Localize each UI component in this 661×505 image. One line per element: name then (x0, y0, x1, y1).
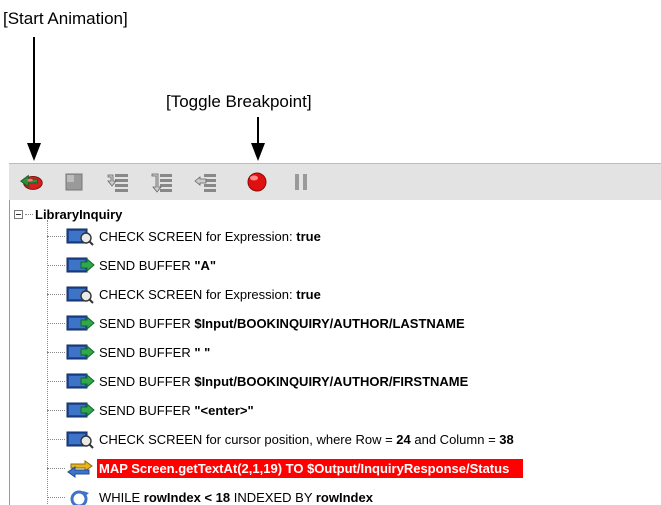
tree-row[interactable]: MAP Screen.getTextAt(2,1,19) TO $Output/… (47, 457, 524, 479)
tree-row-value: rowIndex (315, 489, 373, 505)
check-screen-icon (65, 429, 95, 449)
tree-row-label: CHECK SCREEN for cursor position, where … (97, 431, 516, 448)
step-over-button[interactable] (149, 170, 175, 194)
tree-row-label: CHECK SCREEN for Expression: true (97, 228, 323, 245)
tree-row-label: WHILE rowIndex < 18 INDEXED BY rowIndex (97, 489, 375, 505)
tree-connector (47, 409, 65, 411)
tree-row[interactable]: SEND BUFFER $Input/BOOKINQUIRY/AUTHOR/LA… (47, 312, 467, 334)
tree-row-text: SEND BUFFER (99, 373, 195, 389)
tree-row-text: CHECK SCREEN for Expression: (99, 286, 297, 302)
tree-row[interactable]: SEND BUFFER "A" (47, 254, 218, 276)
tree-row-label: SEND BUFFER "A" (97, 257, 218, 274)
tree-connector (47, 467, 65, 469)
tree-connector (47, 293, 65, 295)
toggle-breakpoint-arrow-head (251, 143, 265, 161)
while-loop-icon (65, 487, 95, 505)
tree-row-label: SEND BUFFER "<enter>" (97, 402, 256, 419)
map-icon (65, 458, 95, 478)
tree-row-value: 38 (499, 431, 514, 447)
tree-row[interactable]: SEND BUFFER $Input/BOOKINQUIRY/AUTHOR/FI… (47, 370, 470, 392)
start-animation-arrow-head (27, 143, 41, 161)
tree-row-text: MAP Screen.getTextAt(2,1,19) TO $Output/… (99, 460, 510, 476)
tree-row-text: CHECK SCREEN for cursor position, where … (99, 431, 397, 447)
tree-row-value: true (296, 228, 321, 244)
tree-row-label: MAP Screen.getTextAt(2,1,19) TO $Output/… (97, 458, 524, 478)
tree-row-text: CHECK SCREEN for Expression: (99, 228, 297, 244)
tree-row-text: and Column = (410, 431, 500, 447)
send-buffer-icon (65, 371, 95, 391)
tree-connector (47, 380, 65, 382)
tree-row[interactable]: SEND BUFFER "<enter>" (47, 399, 256, 421)
tree-row[interactable]: CHECK SCREEN for Expression: true (47, 283, 323, 305)
step-into-icon (107, 174, 128, 192)
tree-row-text: SEND BUFFER (99, 315, 195, 331)
toggle-breakpoint-button[interactable] (244, 170, 270, 194)
send-buffer-icon (65, 400, 95, 420)
tree-row-value: $Input/BOOKINQUIRY/AUTHOR/LASTNAME (194, 315, 465, 331)
tree-root-label: LibraryInquiry (35, 206, 123, 222)
tree-connector (47, 322, 65, 324)
tree-row-value: " " (194, 344, 211, 360)
tree-row-value: rowIndex < 18 (143, 489, 231, 505)
toggle-breakpoint-arrow-line (257, 117, 259, 145)
stop-button[interactable] (61, 170, 87, 194)
step-over-icon (151, 173, 172, 193)
tree-row-text: SEND BUFFER (99, 344, 195, 360)
debugger-toolbar (9, 163, 661, 201)
tree-row-value: true (296, 286, 321, 302)
send-buffer-icon (65, 255, 95, 275)
breakpoint-icon (247, 172, 267, 192)
start-animation-arrow-line (33, 37, 35, 145)
step-out-icon (194, 174, 216, 192)
tree-row-value: $Input/BOOKINQUIRY/AUTHOR/FIRSTNAME (194, 373, 469, 389)
pause-button[interactable] (288, 170, 314, 194)
send-buffer-icon (65, 342, 95, 362)
toggle-breakpoint-callout: [Toggle Breakpoint] (166, 92, 312, 111)
check-screen-icon (65, 284, 95, 304)
collapse-toggle-icon[interactable] (14, 209, 23, 219)
stop-icon (65, 173, 83, 191)
tree-row-label: CHECK SCREEN for Expression: true (97, 286, 323, 303)
flow-tree: LibraryInquiry CHECK SCREEN for Expressi… (9, 200, 661, 505)
tree-row-label: SEND BUFFER " " (97, 344, 212, 361)
pause-icon (295, 174, 307, 190)
tree-connector (47, 438, 65, 440)
tree-row-label: SEND BUFFER $Input/BOOKINQUIRY/AUTHOR/LA… (97, 315, 467, 332)
send-buffer-icon (65, 313, 95, 333)
step-out-button[interactable] (193, 170, 219, 194)
start-animation-icon (20, 174, 43, 190)
tree-row-text: SEND BUFFER (99, 257, 195, 273)
tree-row[interactable]: WHILE rowIndex < 18 INDEXED BY rowIndex (47, 486, 375, 505)
tree-row-value: "<enter>" (194, 402, 254, 418)
start-animation-button[interactable] (19, 170, 45, 194)
tree-row-text: SEND BUFFER (99, 402, 195, 418)
tree-root[interactable]: LibraryInquiry (14, 204, 122, 224)
tree-row-value: "A" (194, 257, 217, 273)
tree-row-value: 24 (396, 431, 411, 447)
tree-connector (47, 496, 65, 498)
tree-row-text: INDEXED BY (230, 489, 316, 505)
tree-row[interactable]: CHECK SCREEN for Expression: true (47, 225, 323, 247)
tree-row-label: SEND BUFFER $Input/BOOKINQUIRY/AUTHOR/FI… (97, 373, 470, 390)
step-into-button[interactable] (105, 170, 131, 194)
tree-row[interactable]: CHECK SCREEN for cursor position, where … (47, 428, 516, 450)
tree-connector (47, 235, 65, 237)
tree-row[interactable]: SEND BUFFER " " (47, 341, 212, 363)
tree-connector (25, 213, 33, 215)
tree-row-text: WHILE (99, 489, 144, 505)
check-screen-icon (65, 226, 95, 246)
tree-connector (47, 264, 65, 266)
tree-connector (47, 351, 65, 353)
start-animation-callout: [Start Animation] (3, 9, 128, 28)
